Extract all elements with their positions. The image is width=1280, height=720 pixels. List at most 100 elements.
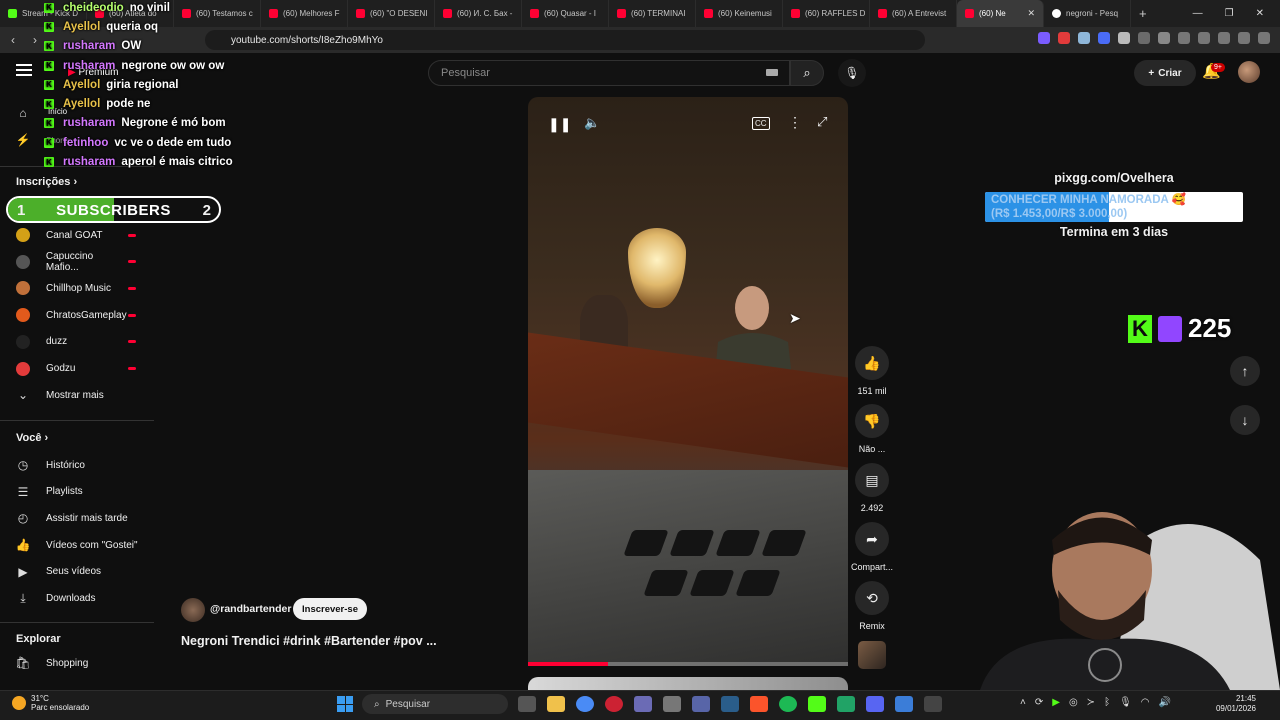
voice-search-button[interactable]: 🎙 xyxy=(838,59,866,87)
video-title[interactable]: Negroni Trendici #drink #Bartender #pov … xyxy=(181,634,437,648)
extension-icon[interactable] xyxy=(1078,32,1090,44)
app-icon[interactable] xyxy=(924,696,942,712)
channel-name[interactable]: @randbartender xyxy=(210,603,291,615)
url-field[interactable]: youtube.com/shorts/I8eZho9MhYo xyxy=(205,30,925,50)
browser-tab[interactable]: (60) A Entrevist xyxy=(870,0,957,27)
fullscreen-icon[interactable]: ⤢ xyxy=(817,114,827,130)
steam-icon[interactable] xyxy=(721,696,739,712)
puzzle-icon[interactable] xyxy=(1158,32,1170,44)
channel-avatar[interactable] xyxy=(181,598,205,622)
sidebar-subscription-item[interactable]: Godzu xyxy=(0,356,154,382)
browser-tab[interactable]: (60) RAFFLES D xyxy=(783,0,870,27)
mic-icon[interactable]: 🎙 xyxy=(1119,697,1132,708)
remix-button[interactable]: ⟲ Remix xyxy=(848,581,896,631)
sidebar-icon[interactable] xyxy=(1198,32,1210,44)
video-progress-bar[interactable] xyxy=(528,662,848,666)
extension-icon[interactable] xyxy=(1098,32,1110,44)
avatar[interactable] xyxy=(1238,61,1260,83)
chat-message: K Ayellol queria oq xyxy=(44,17,304,36)
like-button[interactable]: 👍 151 mil xyxy=(848,346,896,396)
close-tab-icon[interactable]: ✕ xyxy=(1027,8,1035,19)
browser-tab[interactable]: (60) "O DESENI xyxy=(348,0,435,27)
kick-icon[interactable] xyxy=(808,696,826,712)
sidebar-item[interactable]: ⤓ Downloads xyxy=(0,586,154,612)
wifi-icon[interactable]: ◠ xyxy=(1141,697,1150,708)
browser-tab[interactable]: (60) TERMINAI xyxy=(609,0,696,27)
file-explorer-icon[interactable] xyxy=(547,696,565,712)
menu-icon[interactable] xyxy=(1258,32,1270,44)
tray-app-icon[interactable]: ⟳ xyxy=(1035,697,1043,708)
taskbar-clock[interactable]: 21:45 09/01/2026 xyxy=(1200,694,1256,714)
forward-icon[interactable]: › xyxy=(26,33,44,47)
menu-icon[interactable] xyxy=(16,64,32,79)
sidebar-subscription-item[interactable]: ChratosGameplay xyxy=(0,302,154,328)
wallet-icon[interactable] xyxy=(1218,32,1230,44)
show-more-button[interactable]: ⌄ Mostrar mais xyxy=(0,382,154,408)
tray-app-icon[interactable]: ◎ xyxy=(1069,697,1078,708)
search-button[interactable]: ⌕ xyxy=(790,60,824,86)
sidebar-subscription-item[interactable]: Chillhop Music xyxy=(0,275,154,301)
browser-tab[interactable]: (60) И. С. Бах - xyxy=(435,0,522,27)
app-icon[interactable] xyxy=(692,696,710,712)
browser-tab[interactable]: (60) Quasar - I xyxy=(522,0,609,27)
sidebar-subscription-item[interactable]: duzz xyxy=(0,329,154,355)
restore-icon[interactable]: ❐ xyxy=(1225,8,1234,19)
sidebar-subscription-item[interactable]: Capuccino Mafio... xyxy=(0,249,154,275)
next-short-button[interactable]: ↓ xyxy=(1230,405,1260,435)
close-icon[interactable]: ✕ xyxy=(1256,8,1264,19)
extension-icon[interactable] xyxy=(1038,32,1050,44)
audio-source-thumbnail[interactable] xyxy=(858,641,886,669)
browser-tab[interactable]: negroni - Pesq xyxy=(1044,0,1131,27)
pause-icon[interactable]: ❚❚ xyxy=(548,116,571,133)
subscribe-button[interactable]: Inscrever-se xyxy=(293,598,367,620)
windows-start-icon[interactable] xyxy=(337,696,353,712)
volume-icon[interactable]: 🔊 xyxy=(1159,697,1171,708)
tray-app-icon[interactable]: ▶ xyxy=(1052,697,1060,708)
taskbar-search[interactable]: ⌕ Pesquisar xyxy=(362,694,508,714)
browser-tab[interactable]: (60) Keinemusi xyxy=(696,0,783,27)
sidebar-subscription-item[interactable]: Canal GOAT xyxy=(0,222,154,248)
spotify-icon[interactable] xyxy=(779,696,797,712)
brave-icon[interactable] xyxy=(750,696,768,712)
music-icon[interactable] xyxy=(1178,32,1190,44)
volume-icon[interactable]: 🔈 xyxy=(584,115,600,131)
new-tab-button[interactable]: + xyxy=(1131,6,1155,21)
extension-icon[interactable] xyxy=(1058,32,1070,44)
share-button[interactable]: ➦ Compart... xyxy=(848,522,896,572)
more-options-icon[interactable]: ⋮ xyxy=(788,114,802,131)
opera-icon[interactable] xyxy=(605,696,623,712)
chevron-up-icon[interactable]: ˄ xyxy=(1020,697,1026,708)
chrome-icon[interactable] xyxy=(576,696,594,712)
sidebar-item[interactable]: 🛍 Shopping xyxy=(0,650,154,676)
back-icon[interactable]: ‹ xyxy=(4,33,22,47)
tray-app-icon[interactable]: ≻ xyxy=(1087,697,1095,708)
extension-icon[interactable] xyxy=(1118,32,1130,44)
sidebar-item[interactable]: 👍 Vídeos com "Gostei" xyxy=(0,532,154,558)
create-button[interactable]: + Criar xyxy=(1134,60,1196,86)
minimize-icon[interactable]: — xyxy=(1193,8,1203,19)
extension-icon[interactable] xyxy=(1138,32,1150,44)
browser-tab[interactable]: (60) Ne ✕ xyxy=(957,0,1044,27)
app-icon[interactable] xyxy=(634,696,652,712)
weather-widget[interactable]: 31°C Parc ensolarado xyxy=(12,694,89,712)
sidebar-item[interactable]: ◴ Assistir mais tarde xyxy=(0,505,154,531)
discord-icon[interactable] xyxy=(866,696,884,712)
vpn-icon[interactable] xyxy=(1238,32,1250,44)
sidebar-item[interactable]: ▶ Seus vídeos xyxy=(0,559,154,585)
subscriptions-heading[interactable]: Inscrições › xyxy=(16,176,77,188)
previous-short-button[interactable]: ↑ xyxy=(1230,356,1260,386)
bluetooth-icon[interactable]: ᛒ xyxy=(1104,697,1110,708)
comments-button[interactable]: ▤ 2.492 xyxy=(848,463,896,513)
dislike-button[interactable]: 👎 Não ... xyxy=(848,404,896,454)
excel-icon[interactable] xyxy=(837,696,855,712)
obs-icon[interactable] xyxy=(663,696,681,712)
keyboard-icon[interactable] xyxy=(766,69,778,76)
sidebar-item[interactable]: ◷ Histórico xyxy=(0,452,154,478)
app-icon[interactable] xyxy=(895,696,913,712)
sidebar-item[interactable]: ☰ Playlists xyxy=(0,479,154,505)
you-heading[interactable]: Você › xyxy=(16,432,48,444)
task-view-icon[interactable] xyxy=(518,696,536,712)
search-input[interactable]: Pesquisar xyxy=(428,60,790,86)
captions-icon[interactable]: CC xyxy=(752,117,770,130)
chat-username: rusharam xyxy=(63,59,116,72)
